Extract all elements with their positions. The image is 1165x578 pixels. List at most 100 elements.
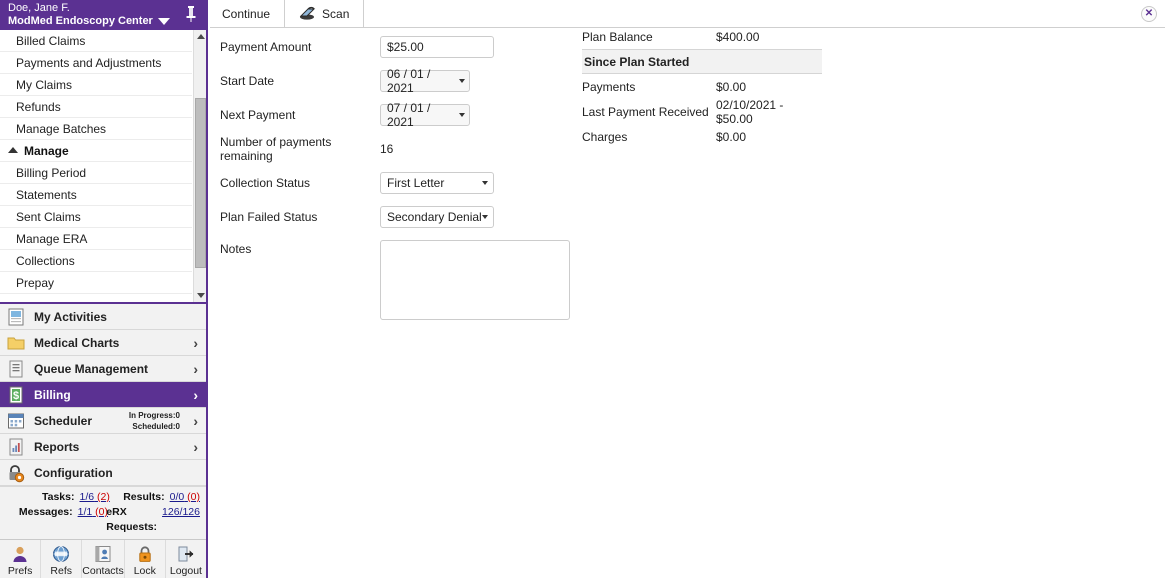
nav-group-label: Manage (24, 140, 69, 162)
sidebar-scrollbar[interactable] (193, 30, 206, 302)
practice-name: ModMed Endoscopy Center (8, 15, 153, 28)
module-my-activities[interactable]: My Activities (0, 304, 206, 330)
module-billing[interactable]: $ Billing › (0, 382, 206, 408)
footer-button-refs[interactable]: Refs (41, 540, 82, 578)
module-label: Billing (34, 388, 71, 402)
sidebar-item-my-claims[interactable]: My Claims (0, 74, 192, 96)
sidebar-item-manage-era[interactable]: Manage ERA (0, 228, 192, 250)
chevron-right-icon: › (193, 336, 198, 350)
contact-card-icon (93, 544, 113, 564)
next-payment-input[interactable]: 07 / 01 / 2021 (380, 104, 470, 126)
dollar-bill-icon: $ (6, 385, 26, 405)
tab-continue-label: Continue (222, 7, 270, 21)
chevron-down-icon[interactable] (482, 215, 488, 219)
erx-label: eRX Requests: (106, 505, 157, 535)
payments-remaining-value: 16 (380, 142, 393, 156)
user-icon (10, 544, 30, 564)
start-date-input[interactable]: 06 / 01 / 2021 (380, 70, 470, 92)
chevron-down-icon[interactable] (459, 113, 465, 117)
plan-summary-panel: Plan Balance $400.00 Since Plan Started … (582, 24, 822, 149)
lock-gear-icon (6, 463, 26, 483)
next-payment-label: Next Payment (210, 108, 380, 122)
chevron-right-icon: › (193, 414, 198, 428)
notes-textarea[interactable] (380, 240, 570, 320)
in-progress-count: In Progress:0 (129, 410, 180, 421)
tab-continue[interactable]: Continue (210, 0, 285, 27)
next-payment-value: 07 / 01 / 2021 (387, 101, 459, 129)
results-status[interactable]: Results: 0/0 (0) (110, 490, 200, 505)
footer-button-logout[interactable]: Logout (166, 540, 206, 578)
collection-status-select[interactable]: First Letter (380, 172, 494, 194)
sidebar-item-payments-and-adjustments[interactable]: Payments and Adjustments (0, 52, 192, 74)
practice-selector[interactable]: ModMed Endoscopy Center (8, 15, 200, 28)
messages-value[interactable]: 1/1 (0) (78, 505, 108, 520)
billing-nav-scroll-area: Billed ClaimsPayments and AdjustmentsMy … (0, 30, 206, 304)
plan-failed-status-select[interactable]: Secondary Denial (380, 206, 494, 228)
tab-scan[interactable]: Scan (285, 0, 364, 27)
scroll-up-button[interactable] (194, 30, 206, 43)
charges-value: $0.00 (716, 130, 822, 144)
since-plan-started-header: Since Plan Started (582, 49, 822, 74)
erx-value[interactable]: 126/126 (162, 505, 200, 520)
tasks-label: Tasks: (42, 490, 75, 505)
chevron-up-icon (197, 34, 205, 39)
user-header[interactable]: Doe, Jane F. ModMed Endoscopy Center (0, 0, 206, 30)
footer-button-label: Logout (170, 565, 202, 577)
sidebar-item-collections[interactable]: Collections (0, 250, 192, 272)
module-label: Queue Management (34, 362, 148, 376)
footer-button-label: Contacts (82, 565, 123, 577)
close-icon[interactable]: ✕ (1141, 6, 1157, 22)
chevron-down-icon[interactable] (459, 79, 465, 83)
charges-row: Charges $0.00 (582, 124, 822, 149)
sidebar: Doe, Jane F. ModMed Endoscopy Center Bil… (0, 0, 208, 578)
sidebar-item-billed-claims[interactable]: Billed Claims (0, 30, 192, 52)
chevron-down-icon[interactable] (482, 181, 488, 185)
tasks-value[interactable]: 1/6 (2) (79, 490, 109, 505)
tab-scan-label: Scan (322, 7, 349, 21)
module-medical-charts[interactable]: Medical Charts › (0, 330, 206, 356)
payment-amount-input[interactable]: $25.00 (380, 36, 494, 58)
footer-button-prefs[interactable]: Prefs (0, 540, 41, 578)
sidebar-item-refunds[interactable]: Refunds (0, 96, 192, 118)
tasks-status[interactable]: Tasks: 1/6 (2) (6, 490, 110, 505)
svg-text:$: $ (13, 390, 19, 402)
chevron-down-icon (197, 293, 205, 298)
erx-requests-status[interactable]: eRX Requests: 126/126 (108, 505, 200, 535)
module-configuration[interactable]: Configuration (0, 460, 206, 486)
footer-button-contacts[interactable]: Contacts (82, 540, 124, 578)
sidebar-item-sent-claims[interactable]: Sent Claims (0, 206, 192, 228)
sidebar-item-statements[interactable]: Statements (0, 184, 192, 206)
sidebar-item-billing-period[interactable]: Billing Period (0, 162, 192, 184)
footer-icon-bar: Prefs Refs Contacts Lock Logout (0, 540, 206, 578)
sidebar-item-prepay[interactable]: Prepay (0, 272, 192, 294)
payment-amount-label: Payment Amount (210, 40, 380, 54)
module-reports[interactable]: Reports› (0, 434, 206, 460)
user-name: Doe, Jane F. (8, 2, 200, 15)
module-queue-management[interactable]: Queue Management › (0, 356, 206, 382)
scroll-down-button[interactable] (194, 289, 206, 302)
sidebar-item-manage-batches[interactable]: Manage Batches (0, 118, 192, 140)
footer-button-label: Prefs (8, 565, 33, 577)
scanner-icon (299, 6, 316, 21)
start-date-label: Start Date (210, 74, 380, 88)
chevron-right-icon: › (193, 362, 198, 376)
module-scheduler[interactable]: SchedulerIn Progress:0Scheduled:0› (0, 408, 206, 434)
nav-group-manage[interactable]: Manage (0, 140, 192, 162)
chevron-right-icon: › (193, 388, 198, 402)
messages-status[interactable]: Messages: 1/1 (0) (6, 505, 108, 535)
document-icon (6, 359, 26, 379)
scrollbar-thumb[interactable] (195, 98, 206, 268)
chevron-right-icon: › (193, 440, 198, 454)
footer-button-label: Lock (134, 565, 156, 577)
payments-row: Payments $0.00 (582, 74, 822, 99)
footer-button-label: Refs (50, 565, 72, 577)
last-payment-label: Last Payment Received (582, 105, 716, 119)
module-label: Medical Charts (34, 336, 119, 350)
module-label: My Activities (34, 310, 107, 324)
notebook-icon (6, 307, 26, 327)
footer-button-lock[interactable]: Lock (125, 540, 166, 578)
plan-balance-row: Plan Balance $400.00 (582, 24, 822, 49)
notes-label: Notes (210, 240, 380, 320)
results-value[interactable]: 0/0 (0) (170, 490, 200, 505)
pushpin-icon[interactable] (185, 5, 197, 23)
